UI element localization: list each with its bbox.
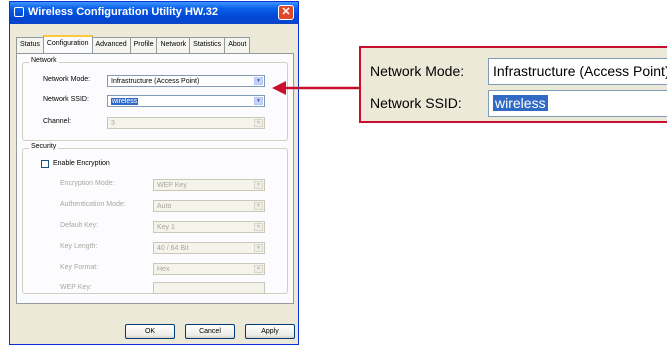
key-length-value: 40 / 64 Bit — [157, 245, 189, 252]
tab-configuration[interactable]: Configuration — [42, 35, 93, 55]
chevron-down-icon[interactable]: ▼ — [254, 97, 263, 105]
wep-key-input[interactable] — [153, 282, 265, 294]
channel-label: Channel: — [43, 118, 72, 125]
default-key-label: Default Key: — [60, 222, 99, 229]
network-mode-value: Infrastructure (Access Point) — [111, 78, 200, 85]
enable-encryption-checkbox[interactable] — [41, 160, 49, 168]
authentication-mode-select[interactable]: Auto ▼ — [153, 200, 265, 212]
zoom-network-mode-select: Infrastructure (Access Point) — [488, 58, 667, 85]
authentication-mode-value: Auto — [157, 203, 172, 210]
chevron-down-icon[interactable]: ▼ — [254, 244, 263, 252]
network-ssid-value: wireless — [111, 98, 139, 105]
chevron-down-icon[interactable]: ▼ — [254, 265, 263, 273]
chevron-down-icon[interactable]: ▼ — [254, 202, 263, 210]
chevron-down-icon[interactable]: ▼ — [254, 181, 263, 189]
tab-profile[interactable]: Profile — [129, 37, 158, 54]
encryption-mode-label: Encryption Mode: — [60, 180, 115, 187]
key-format-label: Key Format: — [60, 264, 99, 271]
authentication-mode-label: Authentication Mode: — [60, 201, 126, 208]
window-title: Wireless Configuration Utility HW.32 — [28, 6, 218, 18]
tab-network[interactable]: Network — [156, 37, 191, 54]
tab-advanced[interactable]: Advanced — [91, 37, 131, 54]
network-mode-select[interactable]: Infrastructure (Access Point) ▼ — [107, 75, 265, 87]
key-format-select[interactable]: Hex ▼ — [153, 263, 265, 275]
configuration-panel: Network Network Mode: Infrastructure (Ac… — [16, 53, 294, 304]
cancel-button[interactable]: Cancel — [185, 324, 235, 339]
zoom-network-ssid-combo: wireless — [488, 90, 667, 117]
network-mode-label: Network Mode: — [43, 76, 91, 83]
callout-arrow — [272, 81, 360, 95]
tab-about[interactable]: About — [224, 37, 251, 54]
channel-value: 3 — [111, 120, 115, 127]
title-bar[interactable]: Wireless Configuration Utility HW.32 ✕ — [10, 2, 298, 24]
zoom-callout: Network Mode: Infrastructure (Access Poi… — [359, 46, 667, 123]
network-ssid-combo[interactable]: wireless ▼ — [107, 95, 265, 107]
tab-status[interactable]: Status — [16, 37, 44, 54]
encryption-mode-value: WEP Key — [157, 182, 187, 189]
security-group-label: Security — [29, 143, 59, 150]
channel-select[interactable]: 3 ▼ — [107, 117, 265, 129]
ok-button[interactable]: OK — [125, 324, 175, 339]
tab-statistics[interactable]: Statistics — [189, 37, 226, 54]
security-group: Security Enable Encryption Encryption Mo… — [22, 143, 288, 294]
enable-encryption-label: Enable Encryption — [53, 160, 110, 167]
default-key-value: Key 1 — [157, 224, 175, 231]
chevron-down-icon[interactable]: ▼ — [254, 223, 263, 231]
zoom-network-mode-label: Network Mode: — [370, 63, 465, 79]
apply-button[interactable]: Apply — [245, 324, 295, 339]
wireless-config-window: Wireless Configuration Utility HW.32 ✕ S… — [9, 1, 299, 345]
app-icon — [14, 7, 24, 17]
arrow-head-icon — [272, 81, 286, 95]
wep-key-label: WEP Key: — [60, 284, 92, 291]
default-key-select[interactable]: Key 1 ▼ — [153, 221, 265, 233]
tab-strip: Status Configuration Advanced Profile Ne… — [16, 35, 251, 55]
close-button[interactable]: ✕ — [278, 5, 294, 20]
key-format-value: Hex — [157, 266, 170, 273]
zoom-network-mode-value: Infrastructure (Access Point) — [493, 63, 667, 79]
encryption-mode-select[interactable]: WEP Key ▼ — [153, 179, 265, 191]
chevron-down-icon[interactable]: ▼ — [254, 77, 263, 85]
zoom-network-ssid-label: Network SSID: — [370, 95, 462, 111]
chevron-down-icon[interactable]: ▼ — [254, 119, 263, 127]
key-length-label: Key Length: — [60, 243, 98, 250]
network-ssid-label: Network SSID: — [43, 96, 89, 103]
network-group: Network Network Mode: Infrastructure (Ac… — [22, 57, 288, 141]
network-group-label: Network — [29, 57, 59, 64]
key-length-select[interactable]: 40 / 64 Bit ▼ — [153, 242, 265, 254]
zoom-network-ssid-value: wireless — [493, 95, 548, 111]
